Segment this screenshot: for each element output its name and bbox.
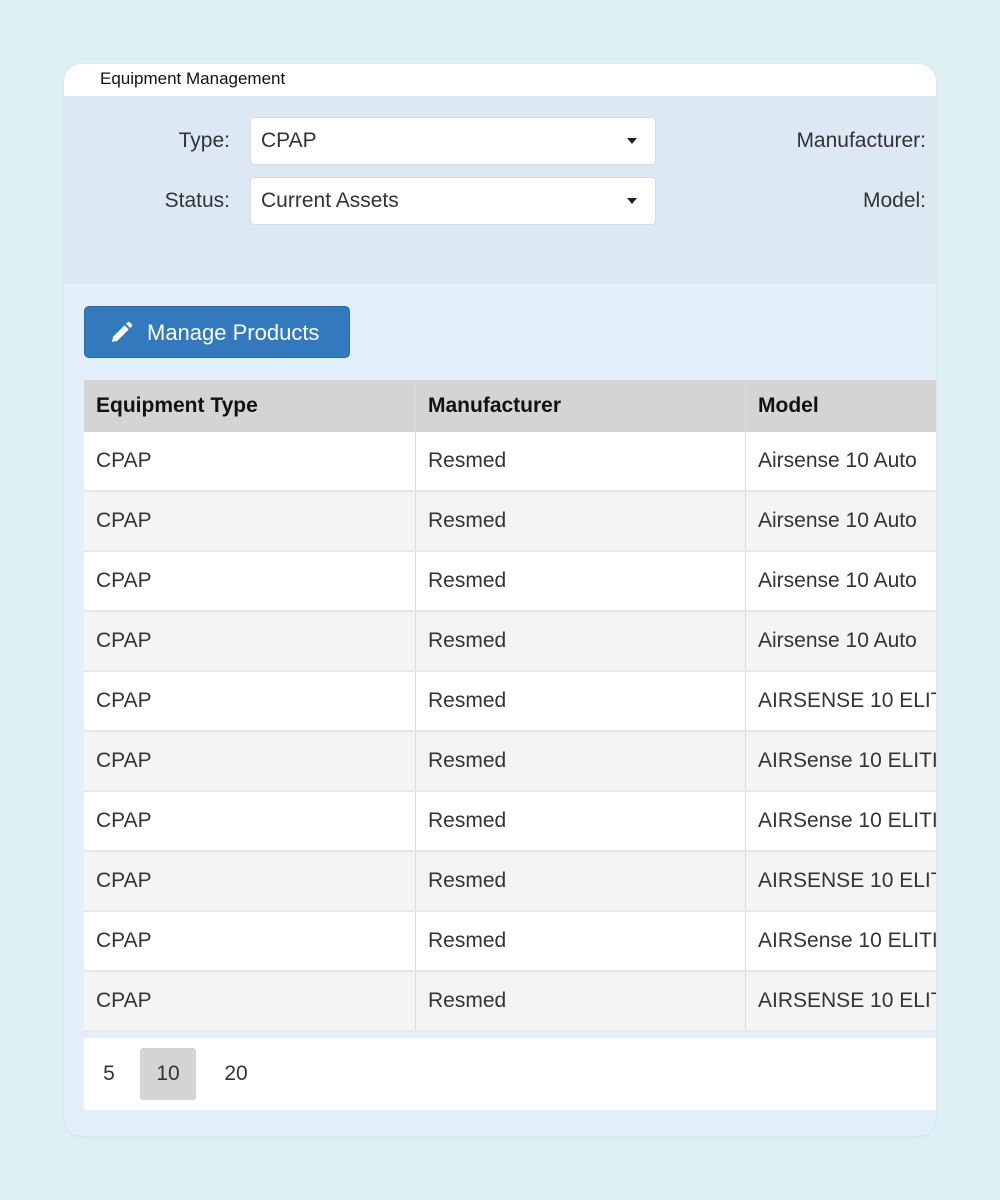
cell-manufacturer: Resmed [416,492,746,550]
page-size-5[interactable]: 5 [90,1048,128,1100]
cell-model: AIRSense 10 ELITI [758,749,936,772]
cell-manufacturer: Resmed [416,912,746,970]
column-header-equipment-type[interactable]: Equipment Type [84,380,416,432]
type-select-value: CPAP [261,129,317,152]
cell-manufacturer: Resmed [416,732,746,790]
table-header-row: Equipment Type Manufacturer Model [84,380,936,432]
cell-manufacturer: Resmed [416,612,746,670]
cell-equipment-type: CPAP [84,972,416,1030]
table-row[interactable]: CPAP Resmed AIRSENSE 10 ELIT [84,672,936,732]
column-header-model[interactable]: Model [746,380,936,432]
table-row[interactable]: CPAP Resmed Airsense 10 Auto [84,612,936,672]
cell-equipment-type: CPAP [84,852,416,910]
cell-manufacturer: Resmed [416,852,746,910]
cell-model: AIRSense 10 ELITI [758,809,936,832]
window-title: Equipment Management [100,69,286,88]
cell-equipment-type: CPAP [84,612,416,670]
status-select[interactable]: Current Assets [250,177,656,225]
table-row[interactable]: CPAP Resmed AIRSense 10 ELITI [84,732,936,792]
model-label: Model: [862,189,926,212]
status-label: Status: [164,189,230,212]
cell-equipment-type: CPAP [84,912,416,970]
cell-model: AIRSENSE 10 ELIT [758,869,936,892]
table-row[interactable]: CPAP Resmed AIRSense 10 ELITI [84,912,936,972]
cell-equipment-type: CPAP [84,552,416,610]
table-row[interactable]: CPAP Resmed AIRSense 10 ELITI [84,792,936,852]
type-label: Type: [178,129,230,152]
cell-model: AIRSENSE 10 ELIT [758,689,936,712]
cell-equipment-type: CPAP [84,432,416,490]
equipment-management-window: Equipment Management Type: CPAP Status: … [64,64,936,1136]
page-size-pager: 5 10 20 [84,1038,936,1110]
column-header-manufacturer[interactable]: Manufacturer [416,380,746,432]
caret-down-icon [627,198,637,204]
manage-products-button[interactable]: Manage Products [84,306,350,358]
cell-manufacturer: Resmed [416,672,746,730]
table-row[interactable]: CPAP Resmed Airsense 10 Auto [84,492,936,552]
cell-manufacturer: Resmed [416,792,746,850]
page-size-20[interactable]: 20 [212,1048,260,1100]
cell-equipment-type: CPAP [84,732,416,790]
type-select[interactable]: CPAP [250,117,656,165]
status-select-value: Current Assets [261,189,399,212]
filter-panel: Type: CPAP Status: Current Assets Manufa… [64,96,936,284]
cell-model: Airsense 10 Auto [758,629,917,652]
table-row[interactable]: CPAP Resmed Airsense 10 Auto [84,552,936,612]
cell-equipment-type: CPAP [84,672,416,730]
page-size-10[interactable]: 10 [140,1048,196,1100]
caret-down-icon [627,138,637,144]
table-row[interactable]: CPAP Resmed Airsense 10 Auto [84,432,936,492]
cell-model: Airsense 10 Auto [758,569,917,592]
cell-model: AIRSENSE 10 ELIT [758,989,936,1012]
manage-products-label: Manage Products [147,320,320,345]
cell-model: Airsense 10 Auto [758,509,917,532]
manufacturer-label: Manufacturer: [796,129,926,152]
table-row[interactable]: CPAP Resmed AIRSENSE 10 ELIT [84,852,936,912]
cell-model: Airsense 10 Auto [758,449,917,472]
title-bar: Equipment Management [64,64,936,96]
cell-manufacturer: Resmed [416,432,746,490]
pencil-icon [112,321,133,342]
cell-manufacturer: Resmed [416,552,746,610]
cell-manufacturer: Resmed [416,972,746,1030]
table-row[interactable]: CPAP Resmed AIRSENSE 10 ELIT [84,972,936,1032]
cell-equipment-type: CPAP [84,492,416,550]
equipment-table: Equipment Type Manufacturer Model CPAP R… [84,380,936,1032]
cell-equipment-type: CPAP [84,792,416,850]
cell-model: AIRSense 10 ELITI [758,929,936,952]
